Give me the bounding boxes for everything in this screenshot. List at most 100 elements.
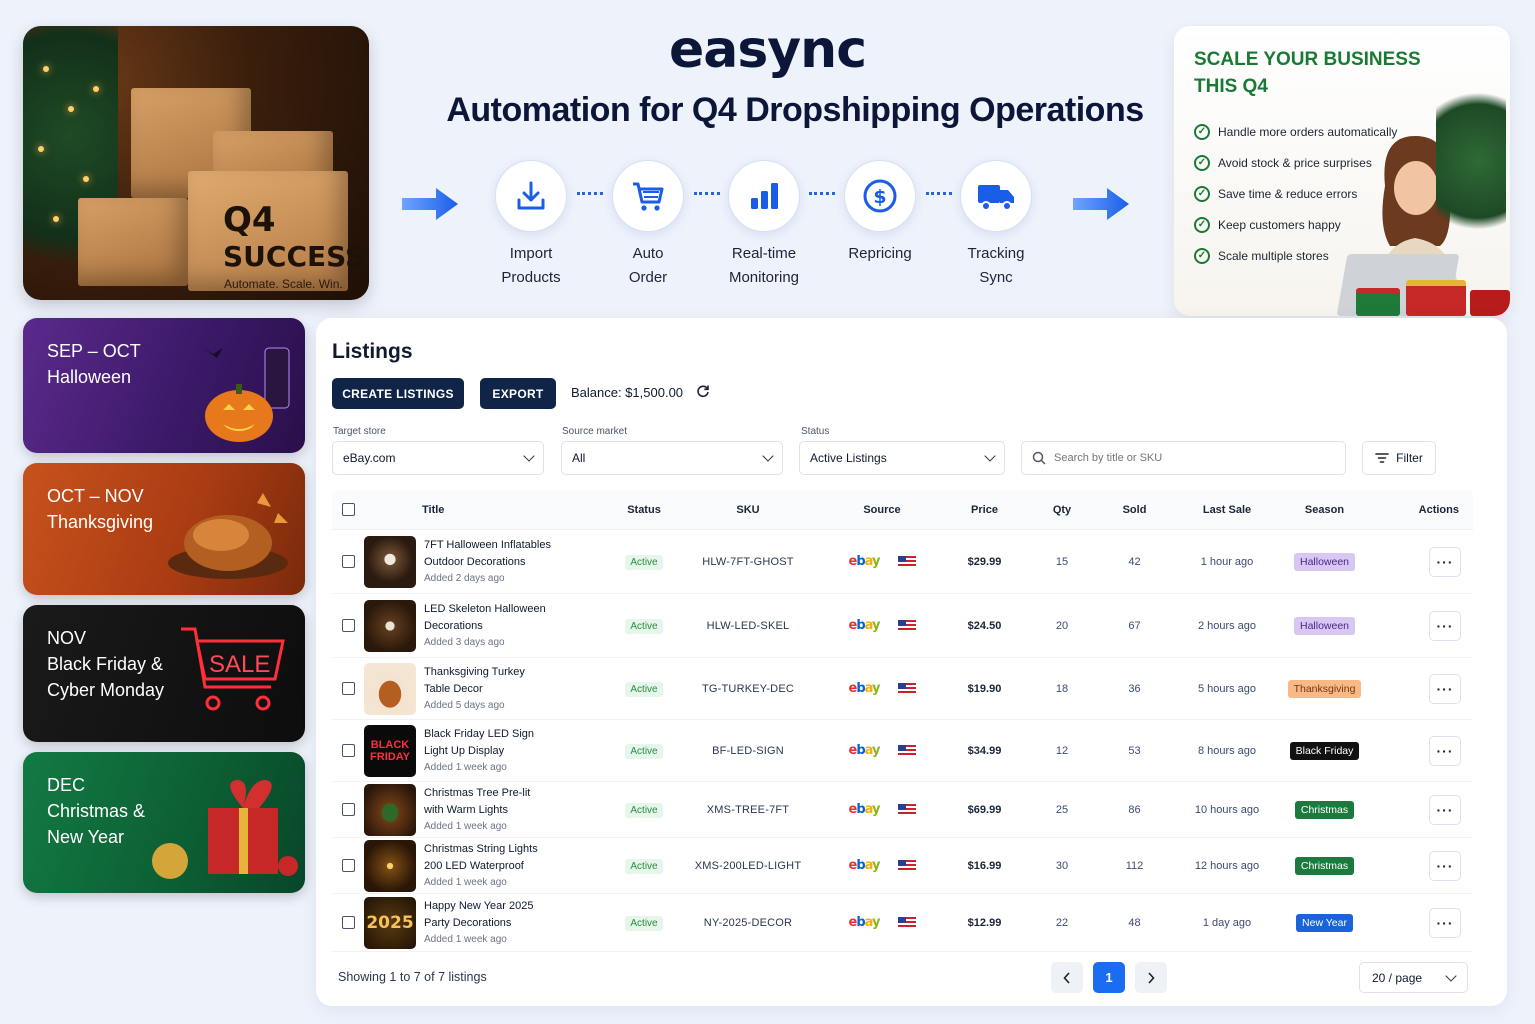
select-all-checkbox[interactable] bbox=[341, 503, 355, 516]
hero-tagline: Automate. Scale. Win. bbox=[224, 277, 343, 291]
column-header-season[interactable]: Season bbox=[1292, 504, 1357, 516]
arrow-right-icon bbox=[402, 188, 458, 220]
product-thumbnail[interactable] bbox=[364, 839, 416, 892]
table-row[interactable]: BLACK FRIDAY Black Friday LED Sign Light Up… bbox=[332, 720, 1473, 782]
row-checkbox[interactable] bbox=[341, 682, 355, 695]
column-header-status[interactable]: Status bbox=[604, 504, 684, 516]
product-title-line2[interactable]: Light Up Display bbox=[424, 743, 604, 760]
us-flag-icon bbox=[897, 619, 916, 632]
season-card-christmas[interactable]: DEC Christmas & New Year bbox=[23, 752, 305, 893]
row-checkbox[interactable] bbox=[341, 619, 355, 632]
column-header-qty[interactable]: Qty bbox=[1017, 504, 1107, 516]
row-actions-button[interactable]: ··· bbox=[1429, 794, 1461, 825]
status-label: Status bbox=[801, 426, 830, 437]
row-actions-button[interactable]: ··· bbox=[1429, 610, 1461, 641]
product-title-line2[interactable]: Decorations bbox=[424, 618, 604, 635]
us-flag-icon bbox=[897, 803, 916, 816]
page-size-select[interactable]: 20 / page bbox=[1359, 962, 1468, 993]
price-text: $34.99 bbox=[967, 744, 1002, 757]
step-label-line2: Products bbox=[501, 269, 561, 286]
season-card-halloween[interactable]: SEP – OCT Halloween bbox=[23, 318, 305, 453]
product-thumbnail[interactable] bbox=[364, 662, 416, 715]
status-select[interactable]: Active Listings bbox=[799, 441, 1005, 475]
create-listings-button[interactable]: CREATE LISTINGS bbox=[332, 378, 464, 409]
product-title-line1[interactable]: Happy New Year 2025 bbox=[424, 898, 604, 915]
product-title-line2[interactable]: with Warm Lights bbox=[424, 802, 604, 819]
added-date: Added 1 week ago bbox=[424, 761, 507, 773]
added-date: Added 3 days ago bbox=[424, 636, 505, 648]
product-thumbnail[interactable] bbox=[364, 783, 416, 836]
row-actions-button[interactable]: ··· bbox=[1429, 673, 1461, 704]
product-thumbnail[interactable]: BLACK FRIDAY bbox=[364, 724, 416, 777]
ebay-logo-icon: ebay bbox=[848, 618, 881, 633]
season-period: OCT – NOV bbox=[47, 486, 144, 506]
season-card-black-friday[interactable]: NOV Black Friday & Cyber Monday SALE bbox=[23, 605, 305, 742]
column-header-last-sale[interactable]: Last Sale bbox=[1162, 504, 1292, 516]
source-market-select[interactable]: All bbox=[561, 441, 783, 475]
step-import-products: Import Products bbox=[466, 160, 596, 290]
export-button[interactable]: EXPORT bbox=[480, 378, 556, 409]
page-1-button[interactable]: 1 bbox=[1093, 962, 1125, 993]
step-realtime-monitoring: Real-time Monitoring bbox=[699, 160, 829, 290]
added-date: Added 5 days ago bbox=[424, 699, 505, 711]
christmas-tree-graphic bbox=[1436, 76, 1506, 246]
row-checkbox[interactable] bbox=[341, 859, 355, 872]
prev-page-button[interactable] bbox=[1051, 962, 1083, 993]
chevron-down-icon bbox=[1445, 969, 1457, 982]
sku-text: BF-LED-SIGN bbox=[712, 744, 784, 757]
qty-text: 25 bbox=[1055, 803, 1069, 816]
refresh-icon[interactable] bbox=[696, 384, 710, 398]
column-header-source[interactable]: Source bbox=[812, 504, 952, 516]
row-checkbox[interactable] bbox=[341, 916, 355, 929]
product-title-line1[interactable]: Black Friday LED Sign bbox=[424, 726, 604, 743]
product-title-line1[interactable]: Thanksgiving Turkey bbox=[424, 664, 604, 681]
ebay-logo-icon: ebay bbox=[848, 802, 881, 817]
table-row[interactable]: Thanksgiving Turkey Table Decor Added 5 da… bbox=[332, 658, 1473, 720]
product-title-line1[interactable]: 7FT Halloween Inflatables bbox=[424, 537, 604, 554]
row-actions-button[interactable]: ··· bbox=[1429, 850, 1461, 881]
product-title-line2[interactable]: Party Decorations bbox=[424, 915, 604, 932]
search-box[interactable] bbox=[1021, 441, 1346, 475]
row-checkbox[interactable] bbox=[341, 744, 355, 757]
table-row[interactable]: LED Skeleton Halloween Decorations Added 3… bbox=[332, 594, 1473, 658]
next-page-button[interactable] bbox=[1135, 962, 1167, 993]
row-actions-button[interactable]: ··· bbox=[1429, 735, 1461, 766]
column-header-title[interactable]: Title bbox=[364, 504, 544, 516]
product-thumbnail[interactable] bbox=[364, 599, 416, 652]
search-input[interactable] bbox=[1054, 452, 1324, 464]
row-checkbox[interactable] bbox=[341, 555, 355, 568]
price-text: $69.99 bbox=[967, 803, 1002, 816]
column-header-sku[interactable]: SKU bbox=[684, 504, 812, 516]
added-date: Added 2 days ago bbox=[424, 572, 505, 584]
product-title-line1[interactable]: LED Skeleton Halloween bbox=[424, 601, 604, 618]
product-title-line1[interactable]: Christmas Tree Pre-lit bbox=[424, 785, 604, 802]
table-header: Title Status SKU Source Price Qty Sold L… bbox=[332, 490, 1473, 530]
row-actions-button[interactable]: ··· bbox=[1429, 546, 1461, 577]
product-thumbnail[interactable]: 2025 bbox=[364, 896, 416, 949]
row-actions-button[interactable]: ··· bbox=[1429, 907, 1461, 938]
product-title-line1[interactable]: Christmas String Lights bbox=[424, 841, 604, 858]
column-header-actions: Actions bbox=[1418, 503, 1459, 516]
table-row[interactable]: 7FT Halloween Inflatables Outdoor Decorat… bbox=[332, 530, 1473, 594]
added-date: Added 1 week ago bbox=[424, 876, 507, 888]
product-title-line2[interactable]: 200 LED Waterproof bbox=[424, 858, 604, 875]
us-flag-icon bbox=[897, 555, 916, 568]
filter-icon bbox=[1375, 453, 1389, 463]
check-icon: ✓ bbox=[1194, 123, 1210, 140]
table-row[interactable]: 2025 Happy New Year 2025 Party Decorations… bbox=[332, 894, 1473, 952]
search-icon bbox=[1032, 451, 1046, 465]
product-title-line2[interactable]: Table Decor bbox=[424, 681, 604, 698]
table-row[interactable]: Christmas Tree Pre-lit with Warm Lights Ad… bbox=[332, 782, 1473, 838]
season-period: DEC bbox=[47, 775, 86, 795]
product-title-line2[interactable]: Outdoor Decorations bbox=[424, 554, 604, 571]
table-row[interactable]: Christmas String Lights 200 LED Waterproo… bbox=[332, 838, 1473, 894]
column-header-sold[interactable]: Sold bbox=[1107, 504, 1162, 516]
column-header-price[interactable]: Price bbox=[952, 504, 1017, 516]
chevron-right-icon bbox=[1148, 971, 1155, 984]
row-checkbox[interactable] bbox=[341, 803, 355, 816]
product-thumbnail[interactable] bbox=[364, 535, 416, 588]
thumb-text: BLACK FRIDAY bbox=[370, 738, 410, 763]
target-store-select[interactable]: eBay.com bbox=[332, 441, 544, 475]
season-card-thanksgiving[interactable]: OCT – NOV Thanksgiving bbox=[23, 463, 305, 595]
filter-button[interactable]: Filter bbox=[1362, 441, 1436, 475]
